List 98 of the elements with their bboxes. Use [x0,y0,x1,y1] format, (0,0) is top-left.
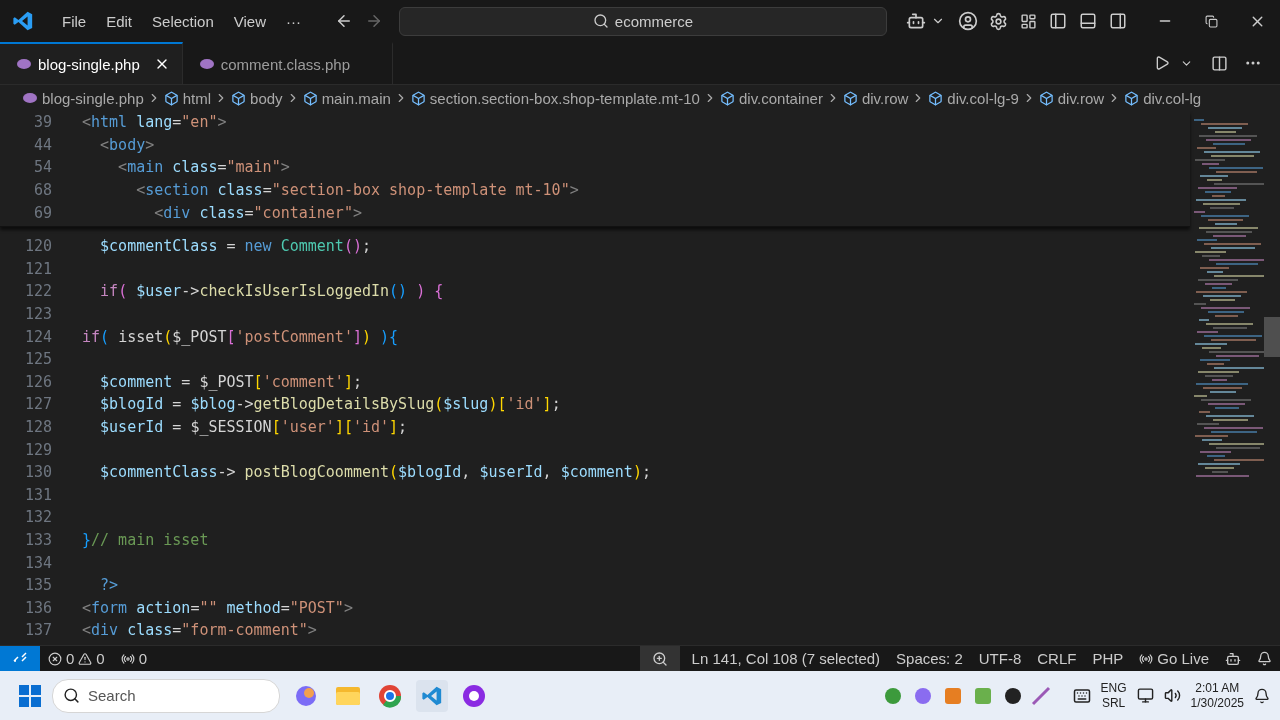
php-icon [16,58,32,70]
breadcrumb[interactable]: blog-single.php [42,89,144,107]
cube-icon [1038,90,1054,106]
status-item[interactable]: Ln 141, Col 108 (7 selected) [683,650,889,667]
network-icon[interactable] [1136,687,1154,704]
cube-icon [1124,90,1140,106]
line-number: 68 [32,181,52,200]
status-item[interactable]: Spaces: 2 [888,650,971,667]
cube-icon [410,90,426,106]
line-number: 136 [23,598,52,617]
code-line: if( isset($_POST['postComment']) ){ [82,327,399,346]
line-number: 131 [23,485,52,504]
breadcrumb[interactable]: html [182,89,212,107]
menu-item[interactable]: ··· [276,12,311,30]
code-line: <div class="form-comment"> [82,621,317,640]
breadcrumb[interactable]: div.col-lg [1143,89,1202,107]
line-number: 123 [23,305,52,324]
line-number: 127 [23,395,52,414]
cube-icon [163,90,179,106]
code-line: $comment = $_POST['comment']; [99,372,362,391]
clock-date[interactable]: 1/30/2025 [1190,695,1244,711]
ports-button[interactable]: 0 [112,650,156,667]
line-number: 124 [23,327,52,346]
code-line: $commentClass = new Comment(); [99,237,371,256]
line-number: 126 [23,372,52,391]
line-number: 130 [23,463,52,482]
line-number: 134 [23,553,52,572]
language-indicator[interactable]: ENG [1100,680,1127,696]
cube-icon [231,90,247,106]
taskbar-search[interactable]: Search [52,678,280,713]
line-number: 135 [23,576,52,595]
code-line: $commentClass-> postBlogCoomment($blogId, $userId, $comment); [99,463,651,482]
problems-button[interactable]: 0 0 [40,650,113,667]
scrollbar-thumb[interactable] [1264,317,1280,357]
cube-icon [928,90,944,106]
php-icon [22,92,38,104]
code-line: <body> [99,135,155,154]
code-line: if( $user->checkIsUserIsLoggedIn() ) { [99,282,444,301]
cube-icon [842,90,858,106]
code-line: ?> [99,576,119,595]
breadcrumb[interactable]: main.main [321,89,391,107]
notification-icon[interactable] [1254,687,1270,704]
breadcrumb[interactable]: body [250,89,283,107]
php-icon [198,58,215,70]
line-number: 54 [32,158,52,177]
breadcrumb[interactable]: div.container [738,89,823,107]
warning-icon [78,651,93,666]
zoom-icon[interactable] [639,646,680,671]
breadcrumb[interactable]: div.row [861,89,909,107]
volume-icon[interactable] [1163,687,1181,704]
status-item[interactable]: CRLF [1029,650,1085,667]
windows-icon[interactable] [18,683,42,708]
editor-tab[interactable]: blog-single.php [0,42,183,84]
cube-icon [302,90,318,106]
line-number: 120 [23,237,52,256]
search-icon [63,687,80,704]
line-number: 121 [23,259,52,278]
keyboard-icon[interactable] [1072,686,1091,705]
broadcast-icon [1139,651,1154,666]
status-item[interactable]: UTF-8 [970,650,1030,667]
code-line: $userId = $_SESSION['user']['id']; [99,418,408,436]
line-number: 137 [23,621,52,640]
clock-time[interactable]: 2:01 AM [1195,680,1240,696]
code-editor-icon[interactable] [416,679,448,712]
run-icon[interactable] [1154,55,1170,71]
code-line: $blogId = $blog->getBlogDetailsBySlug($slug)['id']; [99,395,561,414]
breadcrumb[interactable]: div.row [1057,89,1105,107]
line-number: 125 [23,350,52,369]
code-line: <html lang="en"> [82,113,227,132]
error-icon [48,651,62,666]
code-line: <main class="main"> [117,158,290,177]
menu-item[interactable]: Edit [96,12,143,30]
code-line: <section class="section-box shop-template mt-10"> [135,181,579,200]
line-number: 122 [23,282,52,301]
go-live-button[interactable]: Go Live [1131,650,1217,667]
code-line: <form action="" method="POST"> [82,598,353,617]
breadcrumb[interactable]: section.section-box.shop-template.mt-10 [429,89,700,107]
menu-item[interactable]: Selection [142,12,224,30]
line-number: 69 [32,203,52,222]
code-line: }// main isset [82,531,209,549]
status-item[interactable]: PHP [1084,650,1132,667]
search-field[interactable]: ecommerce [399,6,887,36]
line-number: 39 [32,113,52,132]
line-number: 128 [23,418,52,436]
app-logo-icon[interactable] [12,10,34,32]
code-line: <div class="container"> [153,203,362,222]
line-number: 44 [32,135,52,154]
language-indicator[interactable]: SRL [1101,695,1126,711]
split-editor-icon[interactable] [1211,54,1228,72]
line-number: 133 [23,531,52,549]
search-icon [592,13,609,29]
broadcast-icon [120,651,135,666]
cube-icon [719,90,735,106]
line-number: 132 [23,508,52,527]
line-number: 129 [23,440,52,459]
breadcrumb[interactable]: div.col-lg-9 [947,89,1019,107]
menu-item[interactable]: View [223,12,276,30]
menu-item[interactable]: File [52,12,97,30]
